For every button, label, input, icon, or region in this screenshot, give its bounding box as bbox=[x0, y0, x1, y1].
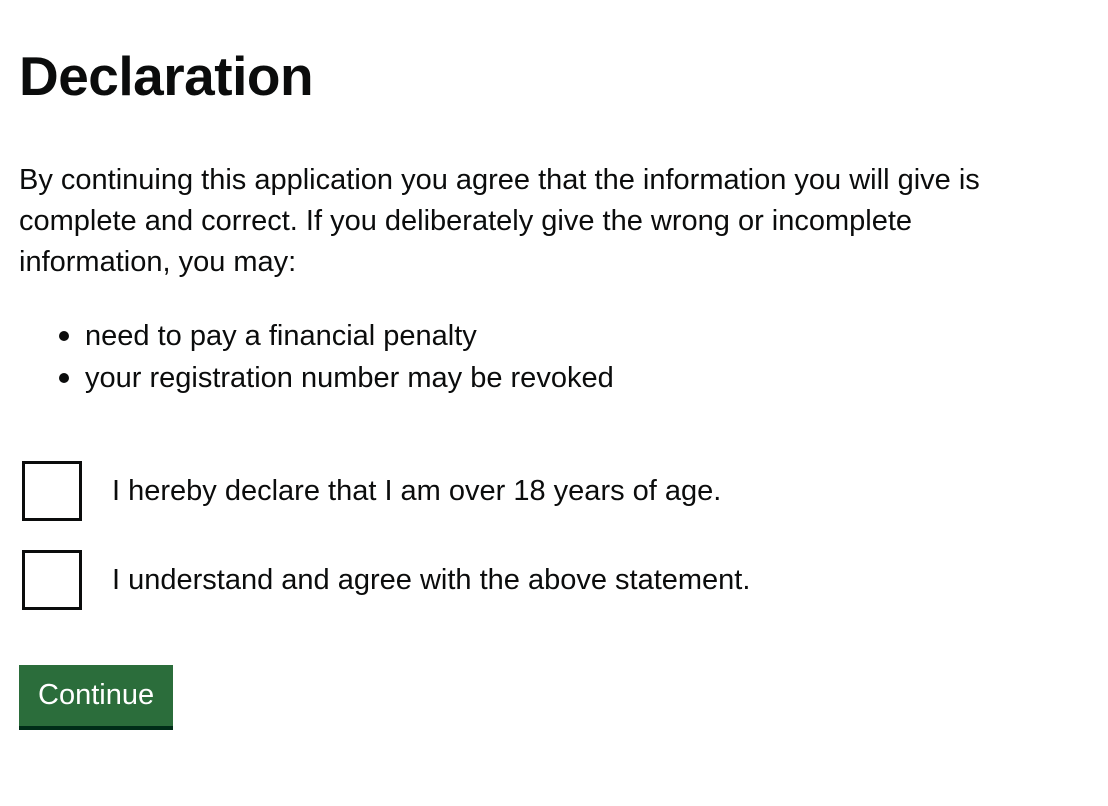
agreement-row[interactable]: I understand and agree with the above st… bbox=[22, 547, 750, 613]
agreement-checkbox[interactable] bbox=[22, 550, 82, 610]
consequences-list: need to pay a financial penalty your reg… bbox=[19, 315, 614, 399]
list-item: your registration number may be revoked bbox=[19, 357, 614, 399]
age-declaration-row[interactable]: I hereby declare that I am over 18 years… bbox=[22, 458, 721, 524]
agreement-label[interactable]: I understand and agree with the above st… bbox=[112, 560, 750, 600]
intro-text: By continuing this application you agree… bbox=[19, 164, 980, 278]
age-declaration-checkbox[interactable] bbox=[22, 461, 82, 521]
age-declaration-label[interactable]: I hereby declare that I am over 18 years… bbox=[112, 471, 721, 511]
continue-button[interactable]: Continue bbox=[19, 665, 174, 726]
list-item: need to pay a financial penalty bbox=[19, 315, 614, 357]
list-item-text: need to pay a financial penalty bbox=[85, 320, 477, 352]
list-item-text: your registration number may be revoked bbox=[85, 362, 614, 394]
page-title: Declaration bbox=[19, 45, 314, 107]
bullet-icon bbox=[59, 373, 69, 383]
bullet-icon bbox=[59, 331, 69, 341]
